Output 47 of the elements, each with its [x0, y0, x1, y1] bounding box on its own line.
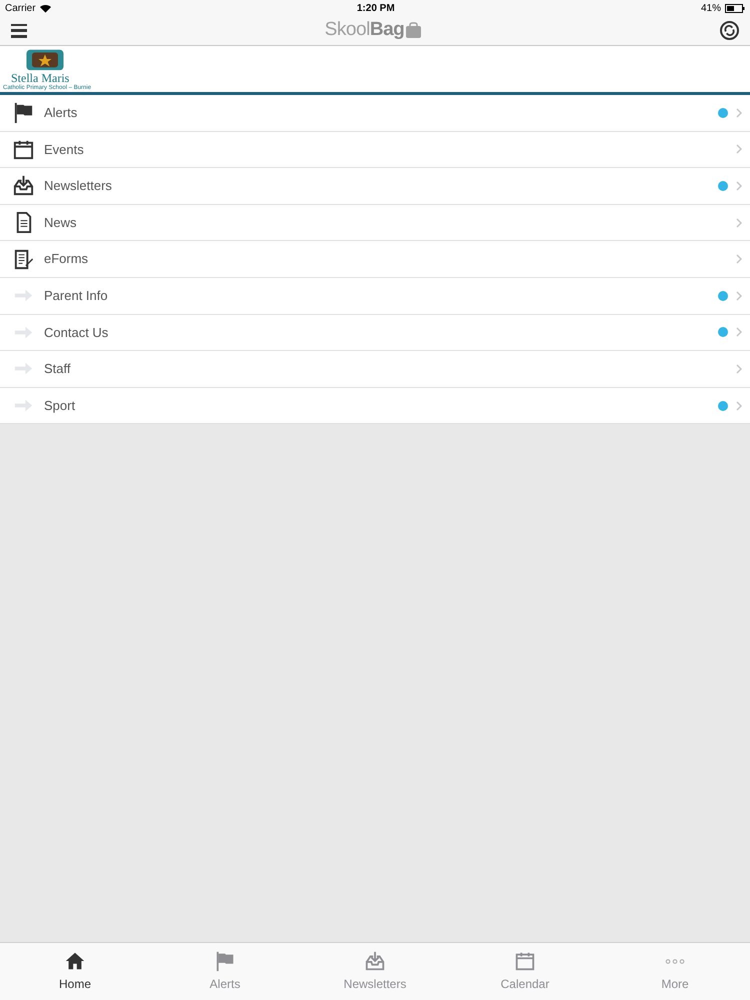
form-icon — [12, 248, 35, 271]
battery-percent: 41% — [700, 2, 721, 16]
sync-icon — [724, 25, 735, 36]
school-name: Stella Maris — [11, 72, 70, 85]
menu-item-label: eForms — [44, 250, 90, 268]
menu-item[interactable]: eForms — [0, 241, 750, 278]
menu-item[interactable]: Contact Us — [0, 314, 750, 352]
menu-item-label: Alerts — [44, 104, 78, 122]
inbox-download-icon — [12, 174, 35, 198]
menu-item-label: Staff — [44, 360, 72, 378]
calendar-icon — [514, 950, 536, 972]
chevron-icon — [736, 108, 742, 118]
clock: 1:20 PM — [356, 2, 395, 16]
menu-item[interactable]: Sport — [0, 388, 750, 424]
menu-item[interactable]: Staff — [0, 351, 750, 388]
inbox-download-icon — [364, 950, 386, 972]
menu-item-label: Parent Info — [44, 287, 109, 306]
flag-icon — [12, 101, 35, 124]
chevron-icon — [736, 364, 742, 374]
chevron-icon — [736, 144, 742, 154]
menu-item[interactable]: Alerts — [0, 95, 750, 132]
tab-bar-item[interactable]: Home — [0, 943, 150, 1000]
menu-item-label: Newsletters — [44, 177, 113, 196]
flag-icon — [214, 950, 236, 972]
menu-item-label: News — [44, 214, 78, 232]
bag-icon — [405, 22, 422, 39]
menu-item[interactable]: News — [0, 204, 750, 242]
chevron-icon — [736, 290, 742, 301]
menu-item-label: Events — [44, 140, 85, 159]
menu-item[interactable]: Events — [0, 132, 750, 168]
chevron-icon — [736, 254, 742, 264]
menu-item[interactable]: Parent Info — [0, 278, 750, 315]
menu-button[interactable] — [11, 24, 27, 38]
more-icon — [665, 958, 685, 964]
menu-item[interactable]: Newsletters — [0, 168, 750, 205]
chevron-icon — [736, 400, 742, 411]
menu-item-label: Sport — [44, 396, 76, 415]
menu-item-label: Contact Us — [44, 324, 110, 342]
chevron-icon — [736, 180, 742, 191]
sync-button[interactable] — [720, 21, 739, 40]
battery-icon — [725, 4, 745, 12]
wifi-icon — [40, 4, 51, 12]
chevron-icon — [736, 327, 742, 338]
chevron-icon — [736, 218, 742, 228]
home-icon — [64, 950, 86, 972]
app-title: SkoolBag — [324, 18, 404, 42]
carrier-label: Carrier — [5, 2, 36, 16]
